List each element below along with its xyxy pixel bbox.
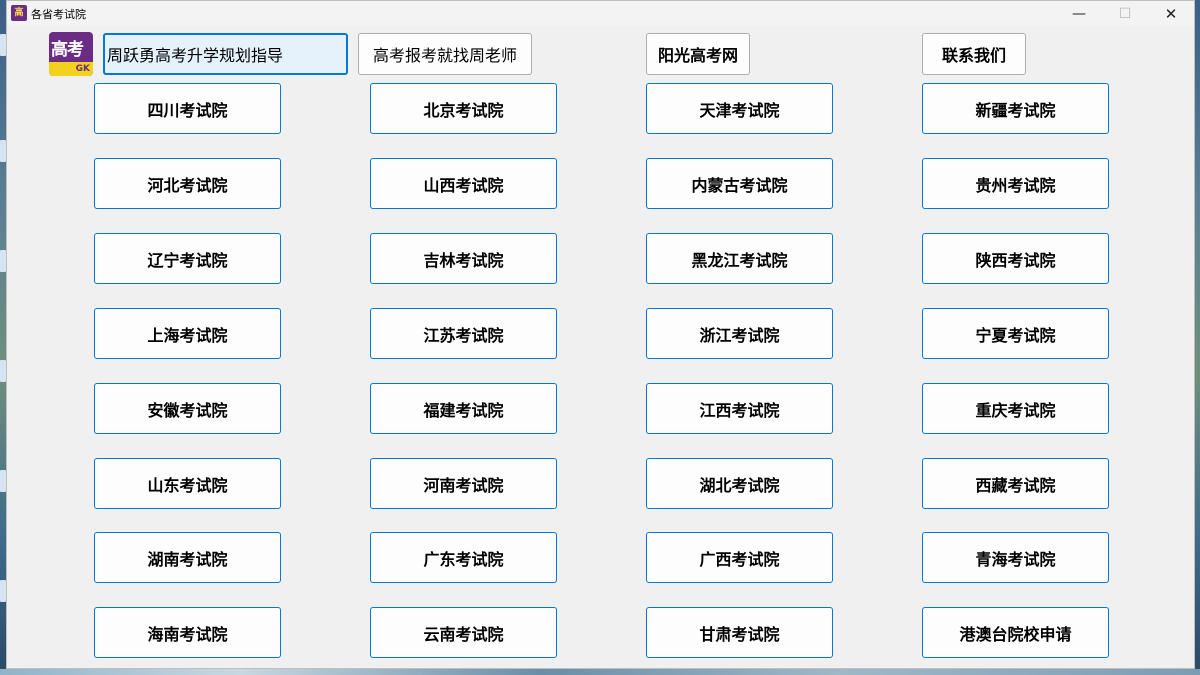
province-button[interactable]: 西藏考试院 (922, 458, 1109, 509)
app-logo-icon: 高 (11, 5, 27, 21)
maximize-icon[interactable]: ☐ (1102, 1, 1148, 26)
province-button[interactable]: 河北考试院 (94, 158, 281, 209)
province-button[interactable]: 山西考试院 (370, 158, 557, 209)
province-button[interactable]: 江西考试院 (646, 383, 833, 434)
province-button[interactable]: 河南考试院 (370, 458, 557, 509)
province-button[interactable]: 安徽考试院 (94, 383, 281, 434)
province-button[interactable]: 新疆考试院 (922, 83, 1109, 134)
logo-badge: GK (49, 62, 93, 76)
province-button[interactable]: 北京考试院 (370, 83, 557, 134)
province-button[interactable]: 重庆考试院 (922, 383, 1109, 434)
province-button[interactable]: 湖南考试院 (94, 532, 281, 583)
province-button[interactable]: 黑龙江考试院 (646, 233, 833, 284)
province-button[interactable]: 湖北考试院 (646, 458, 833, 509)
province-button[interactable]: 青海考试院 (922, 532, 1109, 583)
province-button[interactable]: 浙江考试院 (646, 308, 833, 359)
province-button[interactable]: 上海考试院 (94, 308, 281, 359)
province-button[interactable]: 海南考试院 (94, 607, 281, 658)
province-button[interactable]: 港澳台院校申请 (922, 607, 1109, 658)
province-button[interactable]: 贵州考试院 (922, 158, 1109, 209)
province-button[interactable]: 福建考试院 (370, 383, 557, 434)
province-button[interactable]: 广东考试院 (370, 532, 557, 583)
app-logo: 高考 GK (49, 32, 93, 76)
sunshine-gaokao-button[interactable]: 阳光高考网 (646, 33, 750, 75)
province-button[interactable]: 云南考试院 (370, 607, 557, 658)
province-button[interactable]: 四川考试院 (94, 83, 281, 134)
logo-text: 高考 (51, 40, 84, 60)
province-button[interactable]: 山东考试院 (94, 458, 281, 509)
close-icon[interactable]: ✕ (1148, 1, 1194, 26)
province-button[interactable]: 吉林考试院 (370, 233, 557, 284)
title-bar[interactable]: 高 各省考试院 — ☐ ✕ (7, 1, 1194, 26)
province-button[interactable]: 甘肃考试院 (646, 607, 833, 658)
province-button[interactable]: 广西考试院 (646, 532, 833, 583)
province-button[interactable]: 辽宁考试院 (94, 233, 281, 284)
app-window: 高 各省考试院 — ☐ ✕ 高考 GK 周跃勇高考升学规划指导 高考报考就找周老… (6, 0, 1195, 669)
contact-button[interactable]: 联系我们 (922, 33, 1026, 75)
guide-button[interactable]: 周跃勇高考升学规划指导 (103, 33, 348, 75)
window-title: 各省考试院 (31, 8, 86, 21)
minimize-icon[interactable]: — (1056, 1, 1102, 26)
province-button[interactable]: 江苏考试院 (370, 308, 557, 359)
province-button[interactable]: 天津考试院 (646, 83, 833, 134)
apply-button[interactable]: 高考报考就找周老师 (358, 33, 532, 75)
province-button[interactable]: 宁夏考试院 (922, 308, 1109, 359)
province-button[interactable]: 内蒙古考试院 (646, 158, 833, 209)
desktop-background-bottom (0, 669, 1200, 675)
province-button[interactable]: 陕西考试院 (922, 233, 1109, 284)
